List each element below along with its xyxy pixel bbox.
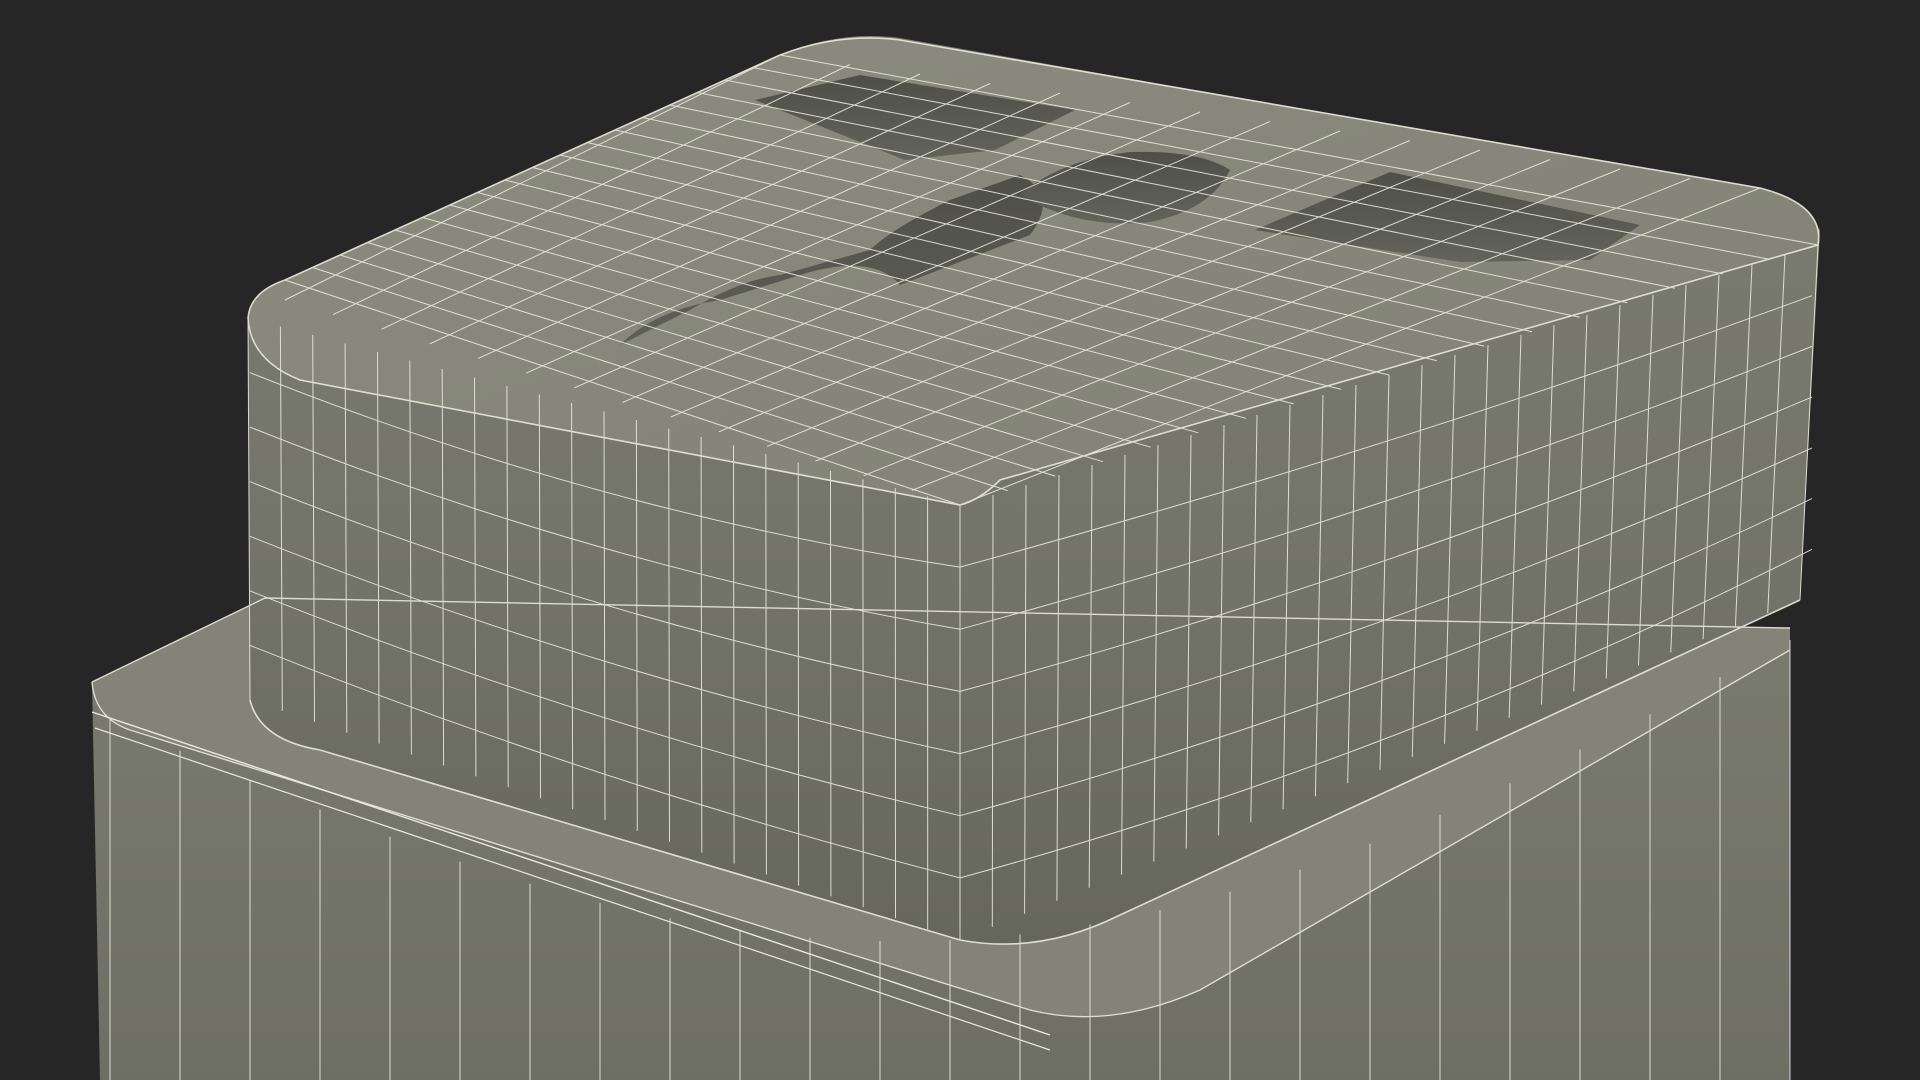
mesh-edge: [733, 445, 735, 864]
wireframe-render: [91, 36, 1820, 1080]
mesh-edge: [765, 453, 767, 875]
mesh-edge: [700, 436, 703, 853]
viewport: [0, 0, 1920, 1080]
mesh-edge: [991, 494, 994, 927]
